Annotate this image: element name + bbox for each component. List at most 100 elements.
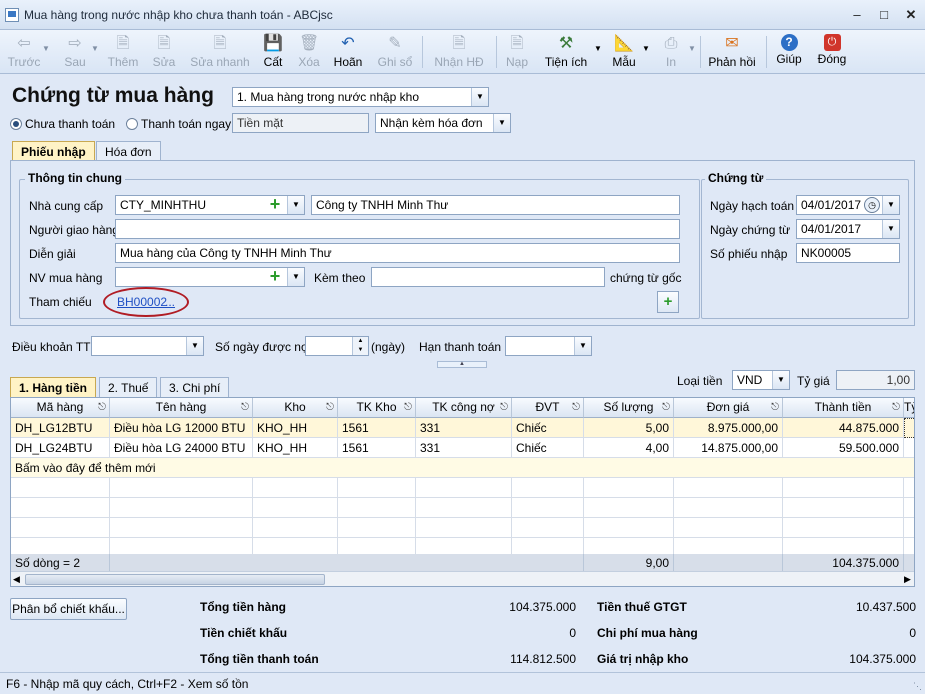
tab-tax[interactable]: 2. Thuế bbox=[99, 377, 158, 398]
description-field[interactable]: Mua hàng của Công ty TNHH Minh Thư bbox=[115, 243, 680, 263]
payment-terms-select[interactable]: ▼ bbox=[91, 336, 204, 356]
edit-button[interactable]: 🗎 Sửa bbox=[150, 32, 178, 72]
window-close-icon[interactable]: ✕ bbox=[899, 6, 923, 24]
cell-quantity[interactable]: 4,00 bbox=[584, 438, 674, 458]
cell-warehouse[interactable]: KHO_HH bbox=[253, 418, 338, 438]
pin-icon[interactable]: ⎋ bbox=[98, 398, 106, 417]
posting-date-field[interactable]: 04/01/2017 ◷ ▼ bbox=[796, 195, 900, 215]
col-header-amount[interactable]: Thành tiền ⎋ bbox=[783, 398, 904, 418]
add-row[interactable]: Bấm vào đây để thêm mới bbox=[11, 458, 914, 478]
currency-select[interactable]: VND ▼ bbox=[732, 370, 790, 390]
chevron-down-icon[interactable]: ▼ bbox=[493, 114, 510, 132]
cell-unit-price[interactable]: 8.975.000,00 bbox=[674, 418, 783, 438]
radio-unpaid[interactable] bbox=[10, 118, 22, 130]
save-button[interactable]: 💾 Cất bbox=[258, 32, 288, 72]
col-header-rate[interactable]: Tỷ bbox=[904, 398, 914, 418]
table-row[interactable]: DH_LG12BTU Điều hòa LG 12000 BTU KHO_HH … bbox=[11, 418, 914, 438]
print-dropdown-icon[interactable]: ▼ bbox=[688, 44, 696, 53]
tab-goods[interactable]: 1. Hàng tiền bbox=[10, 377, 97, 398]
pin-icon[interactable]: ⎋ bbox=[771, 398, 779, 417]
cell-stock-account[interactable]: 1561 bbox=[338, 418, 416, 438]
next-button[interactable]: ⇨ Sau bbox=[60, 32, 90, 72]
pin-icon[interactable]: ⎋ bbox=[500, 398, 508, 417]
delete-button[interactable]: 🗑 Xóa bbox=[294, 32, 324, 72]
credit-days-stepper[interactable]: ▲ ▼ bbox=[352, 337, 368, 355]
horizontal-scrollbar[interactable]: ◀ ▶ bbox=[11, 571, 914, 586]
col-header-unit-price[interactable]: Đơn giá ⎋ bbox=[674, 398, 783, 418]
invoice-option-select[interactable]: Nhận kèm hóa đơn ▼ bbox=[375, 113, 511, 133]
radio-paid[interactable] bbox=[126, 118, 138, 130]
allocate-discount-button[interactable]: Phân bổ chiết khấu... bbox=[10, 598, 127, 620]
clock-icon[interactable]: ◷ bbox=[864, 197, 880, 213]
cell-warehouse[interactable]: KHO_HH bbox=[253, 438, 338, 458]
cancel-button[interactable]: ↶ Hoãn bbox=[330, 32, 366, 72]
tab-invoice[interactable]: Hóa đơn bbox=[96, 141, 161, 162]
template-dropdown-icon[interactable]: ▼ bbox=[642, 44, 650, 53]
feedback-button[interactable]: ✉ Phản hồi bbox=[706, 32, 758, 72]
prev-dropdown-icon[interactable]: ▼ bbox=[42, 44, 50, 53]
col-header-payable-account[interactable]: TK công nợ ⎋ bbox=[416, 398, 512, 418]
cell-amount[interactable]: 59.500.000 bbox=[783, 438, 904, 458]
collapse-handle[interactable]: ▲ bbox=[437, 361, 487, 368]
cell-amount[interactable]: 44.875.000 bbox=[783, 418, 904, 438]
load-button[interactable]: 🗎 Nạp bbox=[502, 32, 532, 72]
chevron-down-icon[interactable]: ▼ bbox=[287, 268, 304, 286]
col-header-unit[interactable]: ĐVT ⎋ bbox=[512, 398, 584, 418]
quick-edit-button[interactable]: 🗎 Sửa nhanh bbox=[188, 32, 252, 72]
due-date-select[interactable]: ▼ bbox=[505, 336, 592, 356]
print-button[interactable]: ⎙ In bbox=[656, 32, 686, 72]
col-header-name[interactable]: Tên hàng ⎋ bbox=[110, 398, 253, 418]
chevron-down-icon[interactable]: ▼ bbox=[186, 337, 203, 355]
chevron-down-icon[interactable]: ▼ bbox=[882, 220, 899, 238]
pin-icon[interactable]: ⎋ bbox=[241, 398, 249, 417]
utilities-dropdown-icon[interactable]: ▼ bbox=[594, 44, 602, 53]
cell-name[interactable]: Điều hòa LG 12000 BTU bbox=[110, 418, 253, 438]
voucher-date-field[interactable]: 04/01/2017 ▼ bbox=[796, 219, 900, 239]
chevron-down-icon[interactable]: ▼ bbox=[287, 196, 304, 214]
help-button[interactable]: ? Giúp bbox=[774, 32, 804, 72]
pin-icon[interactable]: ⎋ bbox=[572, 398, 580, 417]
post-button[interactable]: ✎ Ghi sổ bbox=[374, 32, 416, 72]
cell-rate[interactable] bbox=[904, 418, 914, 438]
cell-payable-account[interactable]: 331 bbox=[416, 438, 512, 458]
close-button[interactable]: ⏻ Đóng bbox=[814, 32, 850, 72]
resize-grip-icon[interactable]: ⋱ bbox=[913, 681, 922, 692]
col-header-quantity[interactable]: Số lượng ⎋ bbox=[584, 398, 674, 418]
receive-invoice-button[interactable]: 🗎 Nhận HĐ bbox=[430, 32, 488, 72]
chevron-down-icon[interactable]: ▼ bbox=[772, 371, 789, 389]
cell-unit[interactable]: Chiếc bbox=[512, 438, 584, 458]
add-button[interactable]: 🗎 Thêm bbox=[106, 32, 140, 72]
tab-receipt[interactable]: Phiếu nhập bbox=[12, 141, 95, 162]
prev-button[interactable]: ⇦ Trước bbox=[6, 32, 42, 72]
cell-quantity[interactable]: 5,00 bbox=[584, 418, 674, 438]
col-header-stock-account[interactable]: TK Kho ⎋ bbox=[338, 398, 416, 418]
supplier-name-field[interactable]: Công ty TNHH Minh Thư bbox=[311, 195, 680, 215]
receipt-no-field[interactable]: NK00005 bbox=[796, 243, 900, 263]
add-supplier-icon[interactable]: + bbox=[266, 195, 284, 214]
next-dropdown-icon[interactable]: ▼ bbox=[91, 44, 99, 53]
add-buyer-icon[interactable]: + bbox=[266, 267, 284, 286]
scroll-left-icon[interactable]: ◀ bbox=[13, 574, 20, 585]
cell-payable-account[interactable]: 331 bbox=[416, 418, 512, 438]
scroll-right-icon[interactable]: ▶ bbox=[904, 574, 911, 585]
chevron-down-icon[interactable]: ▼ bbox=[574, 337, 591, 355]
pin-icon[interactable]: ⎋ bbox=[326, 398, 334, 417]
deliverer-field[interactable] bbox=[115, 219, 680, 239]
pin-icon[interactable]: ⎋ bbox=[892, 398, 900, 417]
pin-icon[interactable]: ⎋ bbox=[662, 398, 670, 417]
cell-unit-price[interactable]: 14.875.000,00 bbox=[674, 438, 783, 458]
template-button[interactable]: 📐 Mẫu bbox=[608, 32, 640, 72]
voucher-type-select[interactable]: 1. Mua hàng trong nước nhập kho ▼ bbox=[232, 87, 489, 107]
add-reference-icon[interactable]: + bbox=[657, 291, 679, 313]
col-header-code[interactable]: Mã hàng ⎋ bbox=[11, 398, 110, 418]
col-header-warehouse[interactable]: Kho ⎋ bbox=[253, 398, 338, 418]
cell-unit[interactable]: Chiếc bbox=[512, 418, 584, 438]
cell-stock-account[interactable]: 1561 bbox=[338, 438, 416, 458]
tab-cost[interactable]: 3. Chi phí bbox=[160, 377, 230, 398]
pin-icon[interactable]: ⎋ bbox=[404, 398, 412, 417]
maximize-icon[interactable]: □ bbox=[872, 6, 896, 24]
chevron-down-icon[interactable]: ▼ bbox=[471, 88, 488, 106]
scrollbar-thumb[interactable] bbox=[25, 574, 325, 585]
cell-rate[interactable] bbox=[904, 438, 914, 458]
chevron-down-icon[interactable]: ▼ bbox=[882, 196, 899, 214]
